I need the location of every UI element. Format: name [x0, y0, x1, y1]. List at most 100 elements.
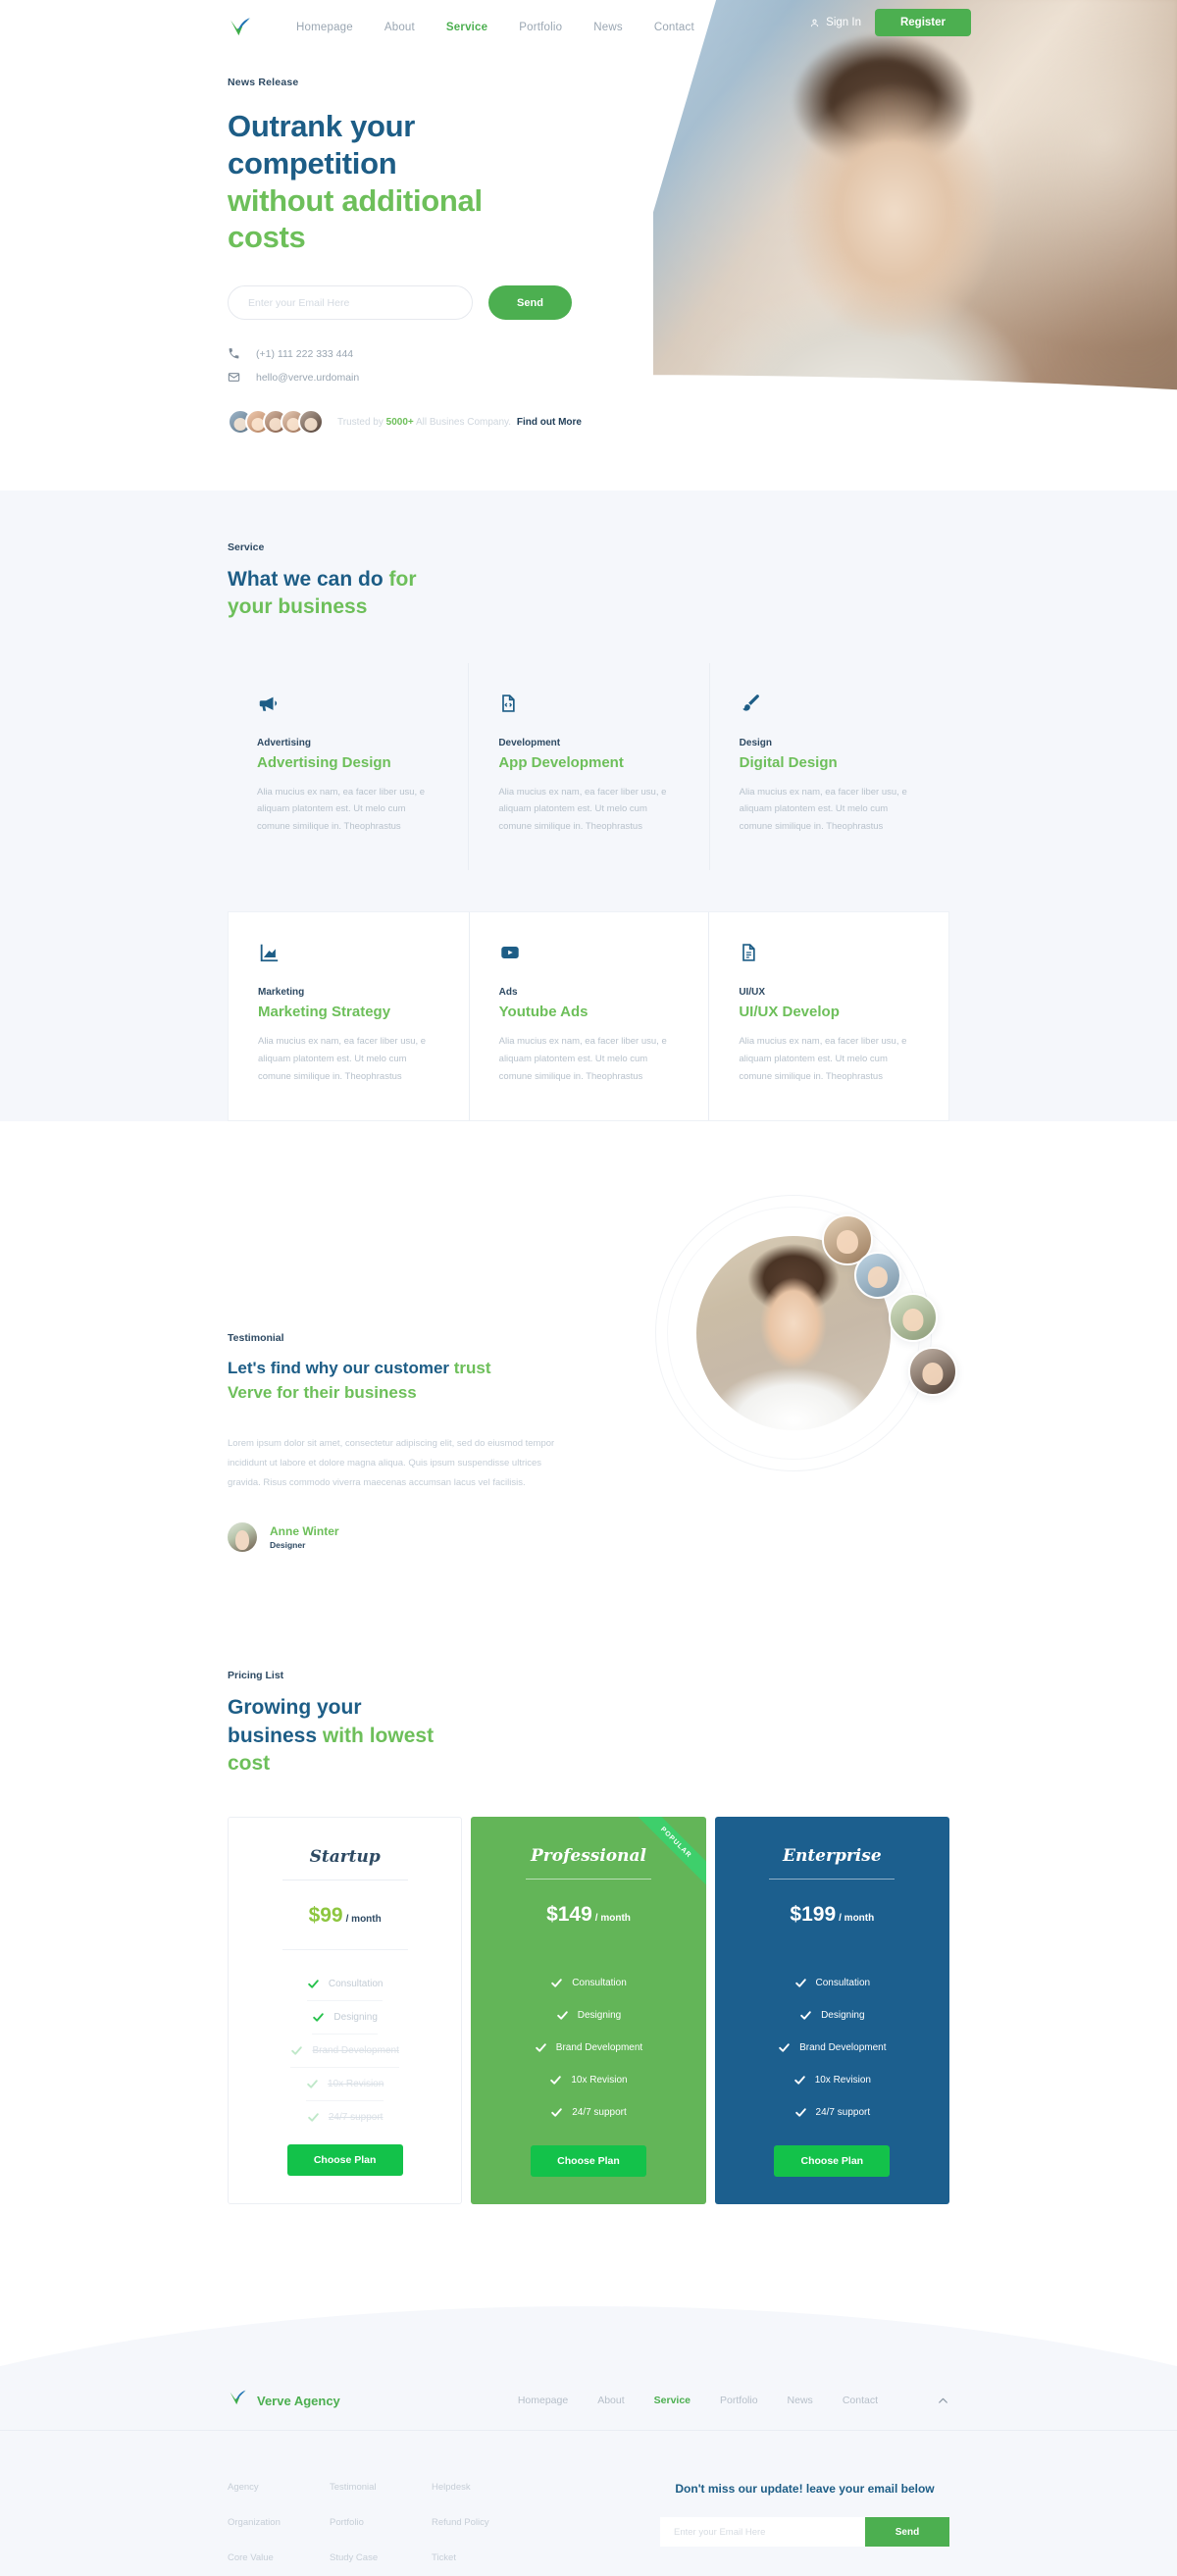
testimonial-mini-avatar-4[interactable] — [908, 1347, 957, 1397]
nav-item-homepage[interactable]: Homepage — [296, 22, 353, 33]
check-icon — [313, 2013, 325, 2022]
footer-column-support: Helpdesk Refund Policy Ticket — [432, 2482, 534, 2576]
footer-link[interactable]: Ticket — [432, 2552, 534, 2563]
service-card-name: Youtube Ads — [498, 1004, 588, 1021]
footer-nav-item-about[interactable]: About — [597, 2395, 624, 2406]
footer-link[interactable]: Study Case — [330, 2552, 432, 2563]
testimonial-title-green-1: trust — [453, 1359, 491, 1378]
newsletter-form: Send — [660, 2517, 949, 2548]
footer-nav-item-contact[interactable]: Contact — [843, 2395, 878, 2406]
footer-link[interactable]: Agency — [228, 2482, 330, 2493]
plan-feature-label: 24/7 support — [572, 2107, 627, 2119]
hero-title-line-1: Outrank your — [228, 109, 416, 143]
service-card-category: Development — [498, 737, 561, 748]
pricing-title-dark-1: Growing your — [228, 1696, 362, 1720]
footer-brand[interactable]: Verve Agency — [228, 2388, 340, 2413]
service-card-desc: Alia mucius ex nam, ea facer liber usu, … — [739, 1036, 907, 1082]
plan-features: Consultation Designing Brand Development — [250, 1968, 439, 2134]
newsletter-email-input[interactable] — [660, 2517, 865, 2548]
service-card-uiux[interactable]: UI/UX UI/UX Develop Alia mucius ex nam, … — [708, 912, 948, 1121]
footer-link[interactable]: Core Value — [228, 2552, 330, 2563]
footer-column-agency: Agency Organization Core Value Why Us Hi… — [228, 2482, 330, 2576]
trusted-avatars — [228, 409, 324, 436]
footer-nav-item-news[interactable]: News — [788, 2395, 813, 2406]
service-card-name: Marketing Strategy — [258, 1004, 391, 1021]
choose-plan-button-startup[interactable]: Choose Plan — [286, 2144, 403, 2177]
plan-feature-label: Brand Development — [312, 2045, 399, 2057]
plan-price-period: / month — [345, 1914, 382, 1926]
nav-item-service[interactable]: Service — [446, 22, 487, 33]
scroll-to-top-button[interactable] — [937, 2395, 949, 2407]
service-card-desc: Alia mucius ex nam, ea facer liber usu, … — [739, 786, 907, 832]
plan-feature-label: Consultation — [815, 1978, 871, 1989]
code-file-icon — [498, 693, 679, 726]
plan-feature-label: 10x Revision — [571, 2075, 628, 2087]
choose-plan-button-professional[interactable]: Choose Plan — [530, 2145, 646, 2178]
testimonial-mini-avatar-2[interactable] — [854, 1252, 901, 1300]
testimonial-eyebrow: Testimonial — [228, 1332, 284, 1345]
plan-feature: 10x Revision — [549, 2064, 628, 2096]
check-icon — [551, 1979, 562, 1987]
footer-link[interactable]: Testimonial — [330, 2482, 432, 2493]
choose-plan-button-enterprise[interactable]: Choose Plan — [774, 2145, 891, 2178]
service-card-development[interactable]: Development App Development Alia mucius … — [468, 662, 708, 871]
service-card-category: UI/UX — [739, 987, 765, 999]
service-card-name: App Development — [498, 753, 624, 771]
footer-nav-item-service[interactable]: Service — [654, 2395, 691, 2406]
service-card-design[interactable]: Design Digital Design Alia mucius ex nam… — [708, 662, 949, 871]
footer-nav-item-homepage[interactable]: Homepage — [518, 2395, 568, 2406]
newsletter-title: Don't miss our update! leave your email … — [675, 2482, 935, 2497]
plan-price-amount: $99 — [308, 1904, 343, 1928]
footer-nav-item-portfolio[interactable]: Portfolio — [720, 2395, 758, 2406]
hero-email-input[interactable] — [228, 285, 473, 321]
sign-in-button[interactable]: Sign In — [809, 17, 861, 28]
service-card-desc: Alia mucius ex nam, ea facer liber usu, … — [257, 786, 426, 832]
footer-link[interactable]: Refund Policy — [432, 2517, 534, 2528]
plan-feature-label: Consultation — [572, 1978, 627, 1989]
service-card-advertising[interactable]: Advertising Advertising Design Alia muci… — [228, 663, 468, 871]
plan-features: Consultation Designing Brand Development — [737, 1967, 928, 2129]
nav-item-news[interactable]: News — [593, 22, 623, 33]
check-icon — [307, 2080, 318, 2088]
plan-feature: 24/7 support — [550, 2096, 627, 2129]
nav-item-contact[interactable]: Contact — [654, 22, 694, 33]
pricing-title-dark-2: business — [228, 1724, 318, 1747]
hero-trust-row: Trusted by 5000+ All Busines Company. Fi… — [228, 409, 640, 436]
service-card-ads[interactable]: Ads Youtube Ads Alia mucius ex nam, ea f… — [468, 912, 709, 1121]
plan-feature-label: 10x Revision — [814, 2075, 871, 2087]
hero-email-text: hello@verve.urdomain — [256, 371, 360, 384]
hero-title-line-2: competition — [228, 145, 397, 180]
footer-column-work: Testimonial Portfolio Study Case Gallery — [330, 2482, 432, 2576]
plan-feature-label: Designing — [333, 2012, 378, 2024]
header-nav-links: Homepage About Service Portfolio News Co… — [296, 22, 694, 33]
hero-send-button[interactable]: Send — [488, 285, 572, 321]
top-navigation: Homepage About Service Portfolio News Co… — [0, 0, 1177, 55]
testimonial-title: Let's find why our customer trust Verve … — [228, 1357, 620, 1405]
plan-divider-2 — [281, 1949, 408, 1951]
plan-feature: Consultation — [550, 1967, 627, 1999]
footer-link[interactable]: Portfolio — [330, 2517, 432, 2528]
plan-feature: 10x Revision — [793, 2064, 871, 2096]
pricing-eyebrow: Pricing List — [228, 1670, 284, 1682]
check-icon — [550, 2076, 562, 2085]
footer-link[interactable]: Helpdesk — [432, 2482, 534, 2493]
avatar — [228, 1522, 257, 1553]
pricing-title: Growing your business with lowest cost — [228, 1694, 949, 1777]
nav-item-about[interactable]: About — [384, 22, 415, 33]
service-title-green-1: for — [388, 568, 417, 591]
register-button[interactable]: Register — [874, 9, 971, 36]
footer-main: Agency Organization Core Value Why Us Hi… — [228, 2431, 949, 2576]
footer-link[interactable]: Organization — [228, 2517, 330, 2528]
plan-feature: 24/7 support — [794, 2096, 870, 2129]
nav-item-portfolio[interactable]: Portfolio — [519, 22, 562, 33]
service-card-name: Digital Design — [739, 753, 838, 771]
verve-logo-icon[interactable] — [228, 15, 253, 40]
plan-feature: Brand Development — [535, 2032, 642, 2064]
service-card-marketing[interactable]: Marketing Marketing Strategy Alia mucius… — [229, 912, 469, 1120]
find-out-more-link[interactable]: Find out More — [517, 417, 582, 428]
service-card-category: Design — [739, 737, 772, 748]
avatar — [298, 409, 324, 436]
testimonial-mini-avatar-3[interactable] — [889, 1293, 938, 1343]
plan-price-period: / month — [839, 1913, 875, 1925]
newsletter-send-button[interactable]: Send — [865, 2517, 949, 2548]
